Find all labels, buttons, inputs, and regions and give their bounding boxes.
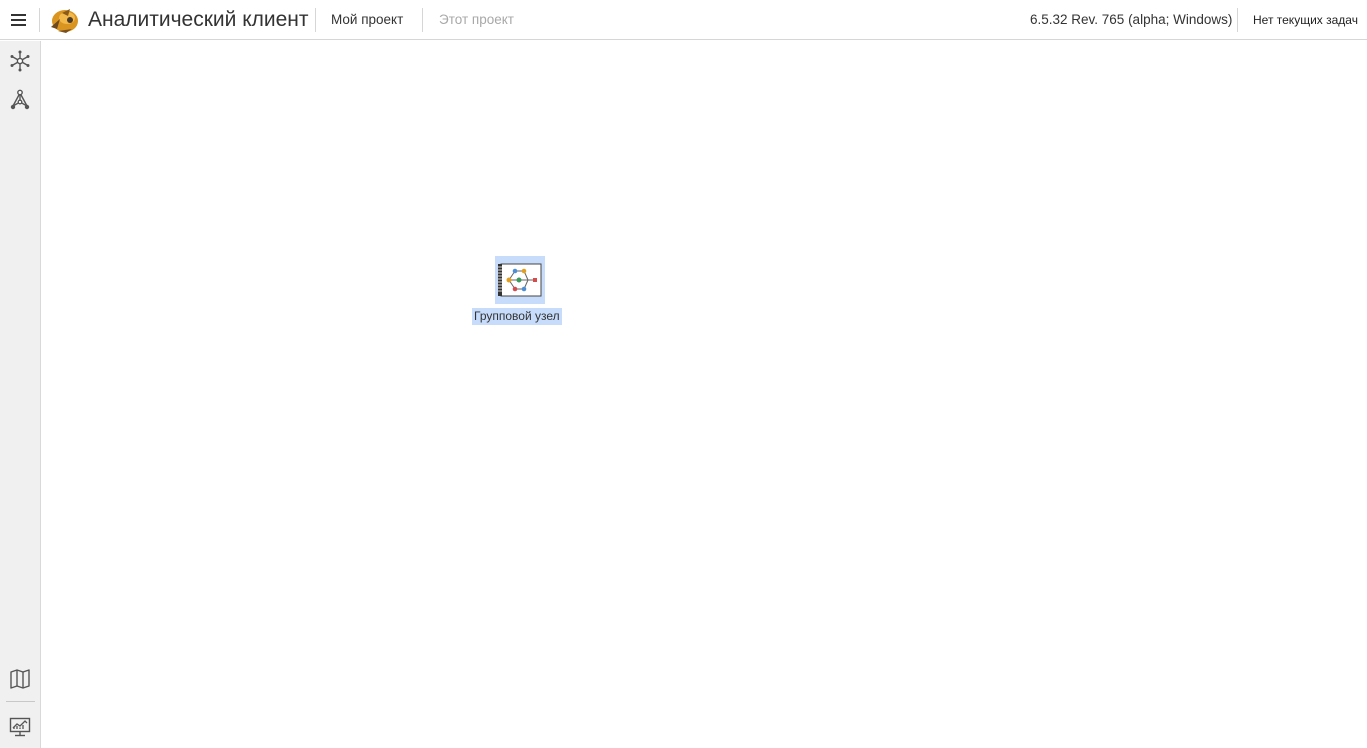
top-header: Аналитический клиент Мой проект Этот про… [0, 0, 1367, 40]
version-label: 6.5.32 Rev. 765 (alpha; Windows) [1030, 12, 1233, 27]
header-divider [1237, 8, 1238, 32]
snowflake-node-icon[interactable] [8, 49, 32, 73]
node-label: Групповой узел [472, 308, 562, 325]
header-divider [422, 8, 423, 32]
group-node[interactable]: Групповой узел [472, 256, 570, 326]
node-selection-box [495, 256, 545, 304]
workflow-canvas[interactable]: Групповой узел [41, 41, 1367, 748]
monitor-chart-icon[interactable] [8, 715, 32, 739]
header-divider [39, 8, 40, 32]
workflow-tree-icon[interactable] [8, 88, 32, 112]
this-project-link[interactable]: Этот проект [439, 11, 514, 29]
app-window: Аналитический клиент Мой проект Этот про… [0, 0, 1367, 748]
menu-hamburger-icon[interactable] [10, 12, 28, 28]
app-title: Аналитический клиент [88, 8, 309, 31]
my-project-link[interactable]: Мой проект [331, 11, 403, 29]
sidebar-divider [6, 701, 35, 702]
tasks-status[interactable]: Нет текущих задач [1253, 12, 1358, 28]
map-icon[interactable] [8, 667, 32, 691]
app-logo-icon [51, 9, 78, 33]
header-divider [315, 8, 316, 32]
group-node-icon [498, 263, 542, 297]
left-sidebar [0, 41, 41, 748]
